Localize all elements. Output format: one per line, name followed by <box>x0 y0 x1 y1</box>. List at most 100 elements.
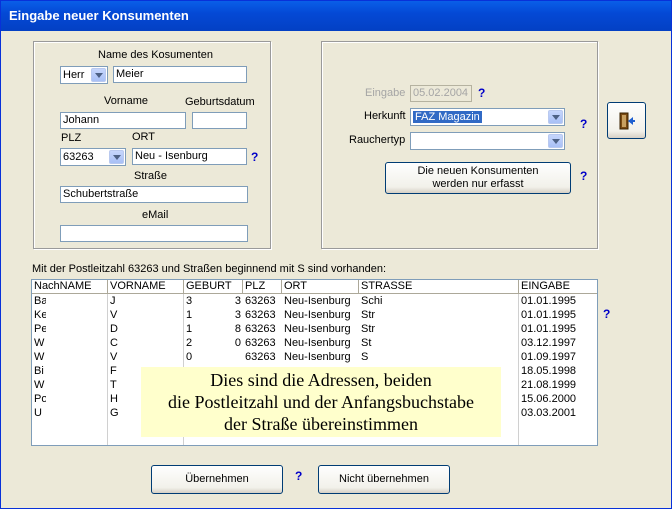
table-cell: 1 <box>186 323 193 335</box>
column-header-eingabe[interactable]: EINGABE <box>519 280 597 294</box>
column-header-vorname[interactable]: VORNAME <box>108 280 184 294</box>
table-cell: 21.08.1999 <box>521 379 577 391</box>
table-cell: Str <box>361 309 376 321</box>
entry-date-field: 05.02.2004 <box>410 85 472 102</box>
table-cell: W <box>34 351 45 363</box>
firstname-label: Vorname <box>104 95 149 107</box>
firstname-field[interactable]: Johann <box>60 112 186 129</box>
table-cell: Neu-Isenburg <box>284 309 351 321</box>
table-cell: 3 <box>186 295 193 307</box>
accept-button[interactable]: Übernehmen <box>151 465 283 494</box>
info-button[interactable]: Die neuen Konsumenten werden nur erfasst <box>385 162 571 194</box>
table-cell: 03.12.1997 <box>521 337 577 349</box>
lastname-field[interactable]: Meier <box>113 66 247 83</box>
help-icon-accept[interactable]: ? <box>295 469 302 483</box>
chevron-down-icon[interactable] <box>548 110 563 124</box>
table-cell: Ba <box>34 295 46 307</box>
plz-select[interactable]: 63263 <box>60 148 126 166</box>
table-cell: Bi <box>34 365 44 377</box>
table-cell: 18.05.1998 <box>521 365 577 377</box>
table-cell: 01.09.1997 <box>521 351 577 363</box>
table-cell: Neu-Isenburg <box>284 337 351 349</box>
help-icon-info[interactable]: ? <box>580 169 587 183</box>
smoker-select[interactable] <box>410 132 565 150</box>
table-cell: S <box>361 351 369 363</box>
table-cell: 3 <box>234 295 241 307</box>
origin-value: FAZ Magazin <box>413 111 482 123</box>
info-button-line1: Die neuen Konsumenten <box>417 165 539 177</box>
table-cell: H <box>110 393 118 405</box>
table-cell: Ke <box>34 309 46 321</box>
birthdate-field[interactable] <box>192 112 247 129</box>
table-cell: F <box>110 365 117 377</box>
table-cell: 01.01.1995 <box>521 309 577 321</box>
plz-value: 63263 <box>63 151 94 163</box>
table-cell: 01.01.1995 <box>521 323 577 335</box>
email-field[interactable] <box>60 225 248 242</box>
table-cell: 63263 <box>245 337 276 349</box>
column-header-plz[interactable]: PLZ <box>243 280 282 294</box>
list-caption: Mit der Postleitzahl 63263 und Straßen b… <box>32 263 387 275</box>
table-cell: C <box>110 337 118 349</box>
table-cell: Str <box>361 323 376 335</box>
column-header-nachname[interactable]: NachNAME <box>32 280 108 294</box>
table-cell: D <box>110 323 118 335</box>
email-label: eMail <box>142 209 169 221</box>
table-cell: 0 <box>234 337 241 349</box>
table-cell: W <box>34 337 45 349</box>
table-cell: Po <box>34 393 46 405</box>
info-tooltip: Dies sind die Adressen, beiden die Postl… <box>141 367 501 437</box>
table-cell: Neu-Isenburg <box>284 351 351 363</box>
birthdate-label: Geburtsdatum <box>185 96 255 108</box>
table-cell: 63263 <box>245 309 276 321</box>
table-cell: 63263 <box>245 295 276 307</box>
help-icon-entry[interactable]: ? <box>478 86 485 100</box>
help-icon-list[interactable]: ? <box>603 307 610 321</box>
salutation-value: Herr <box>63 69 85 81</box>
smoker-label: Rauchertyp <box>349 134 406 146</box>
table-cell: 01.01.1995 <box>521 295 577 307</box>
help-icon-ort[interactable]: ? <box>251 150 258 164</box>
street-label: Straße <box>134 170 168 182</box>
table-cell: St <box>361 337 372 349</box>
table-cell: 15.06.2000 <box>521 393 577 405</box>
tooltip-line3: der Straße übereinstimmen <box>224 414 418 434</box>
column-header-strasse[interactable]: STRASSE <box>359 280 519 294</box>
salutation-select[interactable]: Herr <box>60 66 108 84</box>
column-header-ort[interactable]: ORT <box>282 280 359 294</box>
table-cell: W <box>34 379 45 391</box>
table-cell: V <box>110 309 118 321</box>
chevron-down-icon[interactable] <box>109 150 124 164</box>
table-cell: G <box>110 407 119 419</box>
origin-select[interactable]: FAZ Magazin <box>410 108 565 126</box>
plz-label: PLZ <box>61 132 82 144</box>
table-cell: V <box>110 351 118 363</box>
table-cell: 1 <box>186 309 193 321</box>
title-bar: Eingabe neuer Konsumenten <box>1 1 671 31</box>
ort-field[interactable]: Neu - Isenburg <box>132 148 247 165</box>
tooltip-line1: Dies sind die Adressen, beiden <box>210 370 432 390</box>
table-cell: 2 <box>186 337 193 349</box>
exit-door-icon <box>619 112 635 130</box>
reject-button[interactable]: Nicht übernehmen <box>318 465 450 494</box>
table-cell: 8 <box>234 323 241 335</box>
table-cell: Schi <box>361 295 383 307</box>
chevron-down-icon[interactable] <box>548 134 563 148</box>
street-field[interactable]: Schubertstraße <box>60 186 248 203</box>
dialog-window: Eingabe neuer Konsumenten Name des Kosum… <box>0 0 672 509</box>
table-cell: 63263 <box>245 351 276 363</box>
table-cell: T <box>110 379 117 391</box>
table-cell: U <box>34 407 42 419</box>
origin-label: Herkunft <box>364 110 406 122</box>
exit-button[interactable] <box>607 102 646 139</box>
chevron-down-icon[interactable] <box>91 68 106 82</box>
entry-label: Eingabe <box>365 87 406 99</box>
table-cell: Neu-Isenburg <box>284 295 351 307</box>
name-label: Name des Kosumenten <box>98 49 213 61</box>
table-cell: 03.03.2001 <box>521 407 577 419</box>
tooltip-line2: die Postleitzahl und der Anfangsbuchstab… <box>168 392 474 412</box>
column-header-geburt[interactable]: GEBURT <box>184 280 243 294</box>
table-cell: 3 <box>234 309 241 321</box>
table-cell: 0 <box>186 351 193 363</box>
help-icon-origin[interactable]: ? <box>580 117 587 131</box>
